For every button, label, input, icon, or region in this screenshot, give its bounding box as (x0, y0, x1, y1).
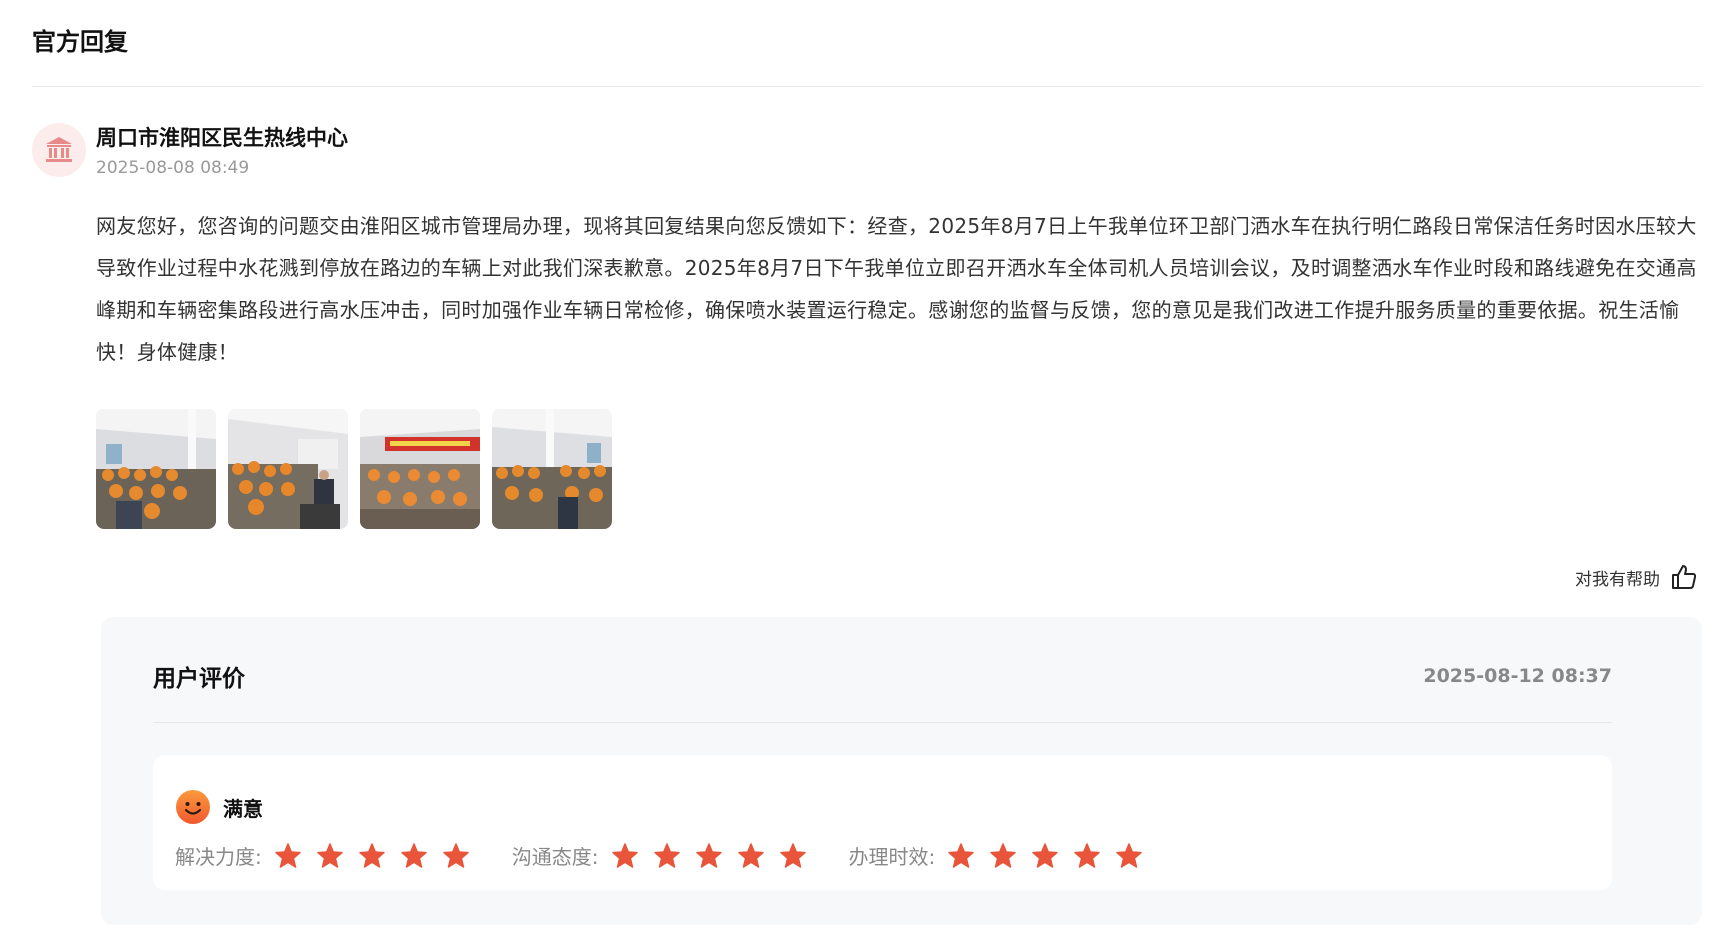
star-icon (653, 842, 680, 868)
mood-label: 满意 (223, 796, 263, 821)
star-icon (948, 842, 974, 868)
rating-box: 满意 解决力度: 沟通态度: 办理时效: (153, 755, 1612, 890)
meeting-photo-4[interactable] (492, 409, 612, 529)
helpful-label: 对我有帮助 (1575, 569, 1660, 590)
star-rating (611, 842, 807, 870)
photo-gallery (96, 409, 612, 529)
divider (153, 722, 1612, 723)
review-title: 用户评价 (153, 666, 245, 692)
rating-label: 办理时效: (848, 845, 936, 869)
star-icon (443, 842, 469, 868)
meeting-photo-3[interactable] (360, 409, 480, 529)
user-review-card: 用户评价 2025-08-12 08:37 满意 解决力度: 沟通态度: 办理时… (101, 617, 1702, 925)
star-icon (359, 842, 385, 868)
star-icon (779, 842, 806, 868)
star-icon (1032, 842, 1058, 868)
ratings: 解决力度: 沟通态度: 办理时效: (175, 841, 1143, 870)
org-avatar (32, 123, 86, 177)
star-icon (1116, 842, 1142, 868)
government-building-icon (46, 137, 72, 162)
reply-body: 网友您好，您咨询的问题交由淮阳区城市管理局办理，现将其回复结果向您反馈如下：经查… (96, 214, 1697, 364)
org-name: 周口市淮阳区民生热线中心 (96, 126, 348, 150)
star-rating (274, 842, 470, 870)
rating-group: 解决力度: (175, 841, 470, 870)
star-icon (317, 842, 343, 868)
star-icon (695, 842, 722, 868)
star-icon (401, 842, 427, 868)
smiley-face-icon (176, 790, 210, 824)
star-rating (947, 842, 1143, 870)
meeting-photo-2[interactable] (228, 409, 348, 529)
review-date: 2025-08-12 08:37 (1423, 665, 1612, 687)
rating-group: 沟通态度: (512, 841, 807, 870)
helpful-button[interactable]: 对我有帮助 (1575, 563, 1698, 591)
thumbs-up-icon (1672, 565, 1697, 589)
section-title: 官方回复 (32, 28, 128, 56)
star-icon (275, 842, 301, 868)
star-icon (611, 842, 638, 868)
rating-label: 解决力度: (175, 845, 262, 869)
star-icon (737, 842, 764, 868)
rating-label: 沟通态度: (511, 845, 599, 869)
meeting-photo-1[interactable] (96, 409, 216, 529)
mood: 满意 (175, 789, 263, 825)
star-icon (990, 842, 1016, 868)
rating-group: 办理时效: (849, 841, 1144, 870)
divider (32, 86, 1702, 87)
star-icon (1074, 842, 1100, 868)
reply-time: 2025-08-08 08:49 (96, 158, 250, 178)
official-reply-page: 官方回复 周口市淮阳区民生热线中心 2025-08-08 08:49 网友您好，… (0, 0, 1734, 943)
